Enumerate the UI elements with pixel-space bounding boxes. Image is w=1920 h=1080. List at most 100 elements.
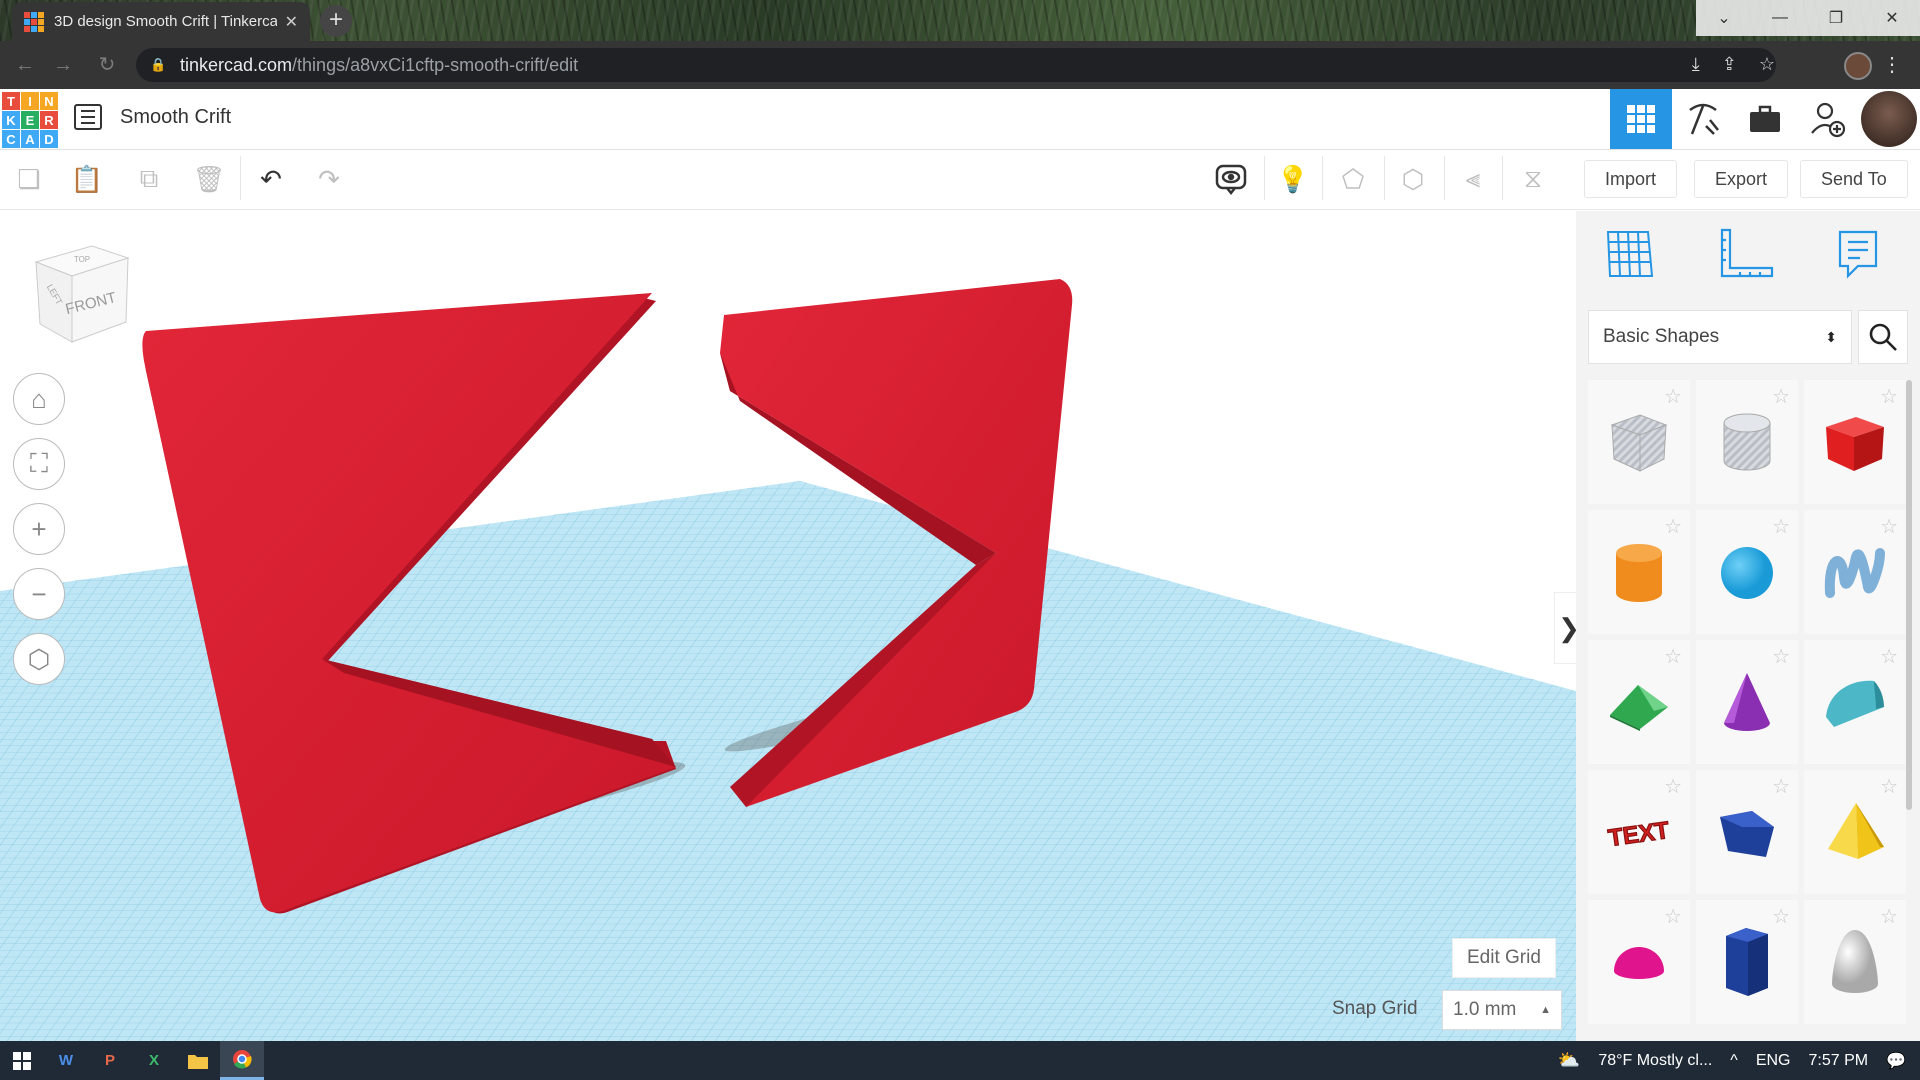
favorite-star-icon[interactable]: ☆ (1880, 384, 1898, 409)
workplane-icon[interactable] (1602, 226, 1662, 286)
bookmark-star-icon[interactable]: ☆ (1759, 54, 1775, 75)
favorite-star-icon[interactable]: ☆ (1880, 644, 1898, 669)
browser-menu-icon[interactable]: ⋮ (1882, 52, 1902, 77)
zoom-in-icon[interactable]: + (13, 503, 65, 555)
minimize-icon[interactable]: — (1752, 0, 1808, 36)
undo-icon[interactable]: ↶ (254, 162, 288, 196)
shape-paraboloid[interactable]: ☆ (1804, 900, 1906, 1024)
notes-eye-icon[interactable] (1214, 162, 1248, 196)
workplane-canvas[interactable] (0, 211, 1576, 1041)
home-view-icon[interactable]: ⌂ (13, 373, 65, 425)
mirror-icon[interactable]: ⧖ (1516, 162, 1550, 196)
blocks-pickaxe-icon[interactable] (1672, 89, 1734, 149)
language-indicator[interactable]: ENG (1756, 1052, 1791, 1070)
scene-svg (0, 279, 1576, 1041)
shape-cylinder-hole[interactable]: ☆ (1696, 380, 1798, 504)
shape-polygon[interactable]: ☆ (1696, 770, 1798, 894)
favorite-star-icon[interactable]: ☆ (1772, 774, 1790, 799)
ungroup-icon[interactable]: ⬡ (1396, 162, 1430, 196)
perspective-icon[interactable]: ⬡ (13, 633, 65, 685)
tray-chevron-icon[interactable]: ^ (1730, 1052, 1738, 1070)
share-icon[interactable]: ⇪ (1722, 54, 1737, 75)
chrome-app-icon[interactable] (220, 1041, 264, 1080)
word-app-icon[interactable]: W (44, 1041, 88, 1080)
paste-icon[interactable]: 📋 (70, 162, 104, 196)
restore-icon[interactable]: ❐ (1808, 0, 1864, 36)
weather-cloud-icon[interactable]: ⛅ (1558, 1050, 1580, 1071)
3d-view-grid-icon[interactable] (1610, 89, 1672, 149)
excel-app-icon[interactable]: X (132, 1041, 176, 1080)
shape-box[interactable]: ☆ (1804, 380, 1906, 504)
powerpoint-app-icon[interactable]: P (88, 1041, 132, 1080)
shape-hexagonal-prism[interactable]: ☆ (1696, 900, 1798, 1024)
weather-text[interactable]: 78°F Mostly cl... (1598, 1052, 1712, 1070)
duplicate-icon[interactable]: ⧉ (132, 162, 166, 196)
shape-pyramid[interactable]: ☆ (1804, 770, 1906, 894)
shape-text[interactable]: TEXT ☆ (1588, 770, 1690, 894)
url-field[interactable]: 🔒 tinkercad.com/things/a8vxCi1cftp-smoot… (136, 48, 1776, 82)
design-list-icon[interactable] (74, 104, 102, 130)
group-icon[interactable]: ⬠ (1336, 162, 1370, 196)
design-title[interactable]: Smooth Crift (120, 106, 231, 129)
file-explorer-icon[interactable] (176, 1041, 220, 1080)
shape-sphere[interactable]: ☆ (1696, 510, 1798, 634)
shape-scribble[interactable]: ☆ (1804, 510, 1906, 634)
export-button[interactable]: Export (1694, 160, 1789, 198)
new-tab-button[interactable]: + (320, 5, 352, 37)
snap-grid-select[interactable]: 1.0 mm ▲ (1442, 990, 1562, 1030)
shape-box-hole[interactable]: ☆ (1588, 380, 1690, 504)
shape-round-roof[interactable]: ☆ (1804, 640, 1906, 764)
install-icon[interactable]: ⤓ (1692, 54, 1700, 75)
reload-icon[interactable]: ↻ (96, 54, 118, 76)
tab-search-icon[interactable]: ⌄ (1696, 0, 1752, 36)
panel-scrollbar[interactable] (1906, 380, 1912, 810)
favorite-star-icon[interactable]: ☆ (1772, 384, 1790, 409)
shape-search-button[interactable] (1858, 310, 1908, 364)
send-to-button[interactable]: Send To (1800, 160, 1908, 198)
lightbulb-icon[interactable]: 💡 (1276, 162, 1310, 196)
edit-grid-button[interactable]: Edit Grid (1452, 938, 1556, 978)
favorite-star-icon[interactable]: ☆ (1664, 384, 1682, 409)
profile-avatar[interactable] (1844, 52, 1872, 80)
back-icon[interactable]: ← (14, 54, 36, 76)
favorite-star-icon[interactable]: ☆ (1772, 644, 1790, 669)
briefcase-icon[interactable] (1734, 89, 1796, 149)
favorite-star-icon[interactable]: ☆ (1664, 774, 1682, 799)
updown-arrow-icon: ⬍ (1825, 328, 1837, 345)
clock-time[interactable]: 7:57 PM (1808, 1052, 1868, 1070)
shape-half-sphere[interactable]: ☆ (1588, 900, 1690, 1024)
shape-category-select[interactable]: Basic Shapes ⬍ (1588, 310, 1852, 364)
user-avatar[interactable] (1861, 91, 1917, 147)
favorite-star-icon[interactable]: ☆ (1880, 514, 1898, 539)
favorite-star-icon[interactable]: ☆ (1772, 514, 1790, 539)
url-host: tinkercad.com (180, 54, 293, 75)
zoom-out-icon[interactable]: − (13, 568, 65, 620)
logo-letter: R (40, 111, 58, 129)
redo-icon[interactable]: ↷ (312, 162, 346, 196)
close-window-icon[interactable]: ✕ (1864, 0, 1920, 36)
favorite-star-icon[interactable]: ☆ (1664, 904, 1682, 929)
notifications-icon[interactable]: 💬 (1886, 1051, 1906, 1071)
tinkercad-logo[interactable]: TIN KER CAD (2, 92, 58, 148)
browser-tab[interactable]: 3D design Smooth Crift | Tinkercad ✕ (12, 2, 310, 41)
shape-roof[interactable]: ☆ (1588, 640, 1690, 764)
copy-icon[interactable]: ❏ (12, 162, 46, 196)
forward-icon[interactable]: → (52, 54, 74, 76)
shape-cylinder[interactable]: ☆ (1588, 510, 1690, 634)
add-user-icon[interactable] (1796, 89, 1858, 149)
tab-close-icon[interactable]: ✕ (285, 12, 298, 32)
favorite-star-icon[interactable]: ☆ (1664, 644, 1682, 669)
align-icon[interactable]: ⫷ (1456, 162, 1490, 196)
view-cube[interactable]: FRONT LEFT TOP (32, 244, 130, 344)
fit-view-icon[interactable]: ⛶ (13, 438, 65, 490)
favorite-star-icon[interactable]: ☆ (1772, 904, 1790, 929)
delete-icon[interactable]: 🗑 (192, 162, 226, 196)
favorite-star-icon[interactable]: ☆ (1880, 774, 1898, 799)
notes-icon[interactable] (1830, 226, 1890, 286)
shape-cone[interactable]: ☆ (1696, 640, 1798, 764)
ruler-icon[interactable] (1716, 226, 1776, 286)
windows-start-icon[interactable] (0, 1041, 44, 1080)
favorite-star-icon[interactable]: ☆ (1664, 514, 1682, 539)
favorite-star-icon[interactable]: ☆ (1880, 904, 1898, 929)
import-button[interactable]: Import (1584, 160, 1678, 198)
